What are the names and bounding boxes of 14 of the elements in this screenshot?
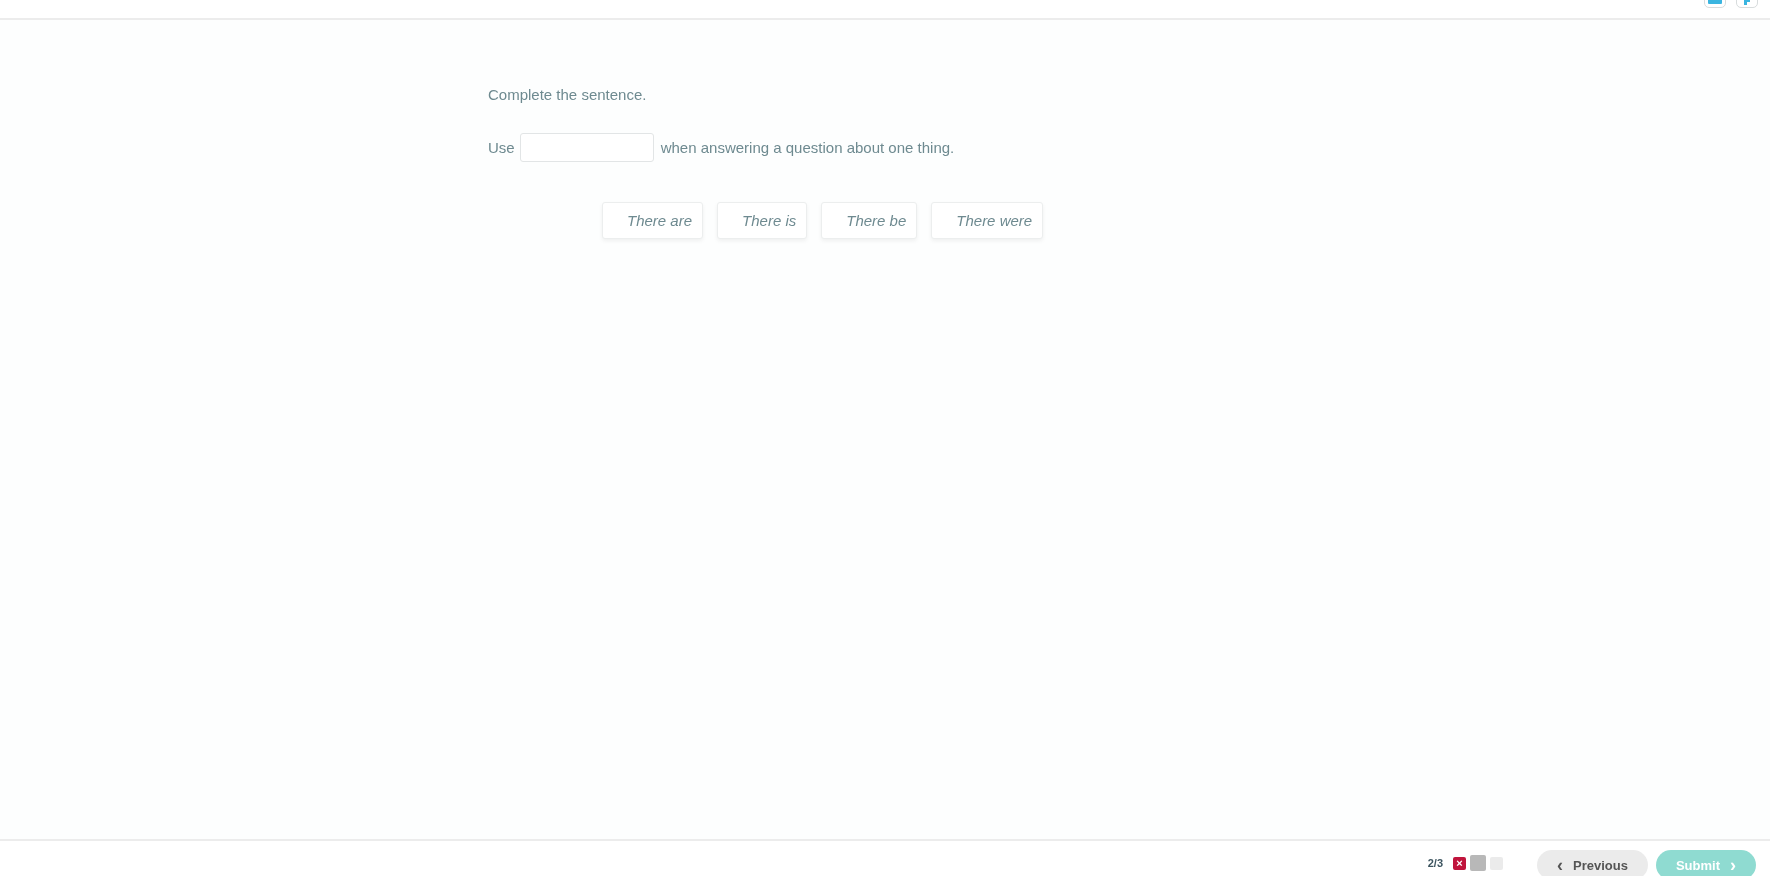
list-icon [1708, 0, 1722, 5]
sentence-text: when answering a question about one thing. [660, 139, 955, 156]
progress-step[interactable] [1470, 855, 1486, 871]
progress-count: 2/3 [1427, 857, 1443, 869]
answer-option[interactable]: There be [821, 202, 918, 239]
answer-option[interactable]: There were [931, 202, 1044, 239]
answer-option[interactable]: There are [602, 202, 704, 239]
sentence-text: Use [488, 139, 515, 156]
previous-button[interactable]: ‹ Previous [1537, 850, 1648, 876]
progress-step[interactable]: × [1453, 856, 1466, 870]
flag-icon [1744, 0, 1750, 5]
instruction-text: Complete the sentence. [488, 86, 648, 103]
answer-box[interactable] [519, 133, 654, 162]
answer-option[interactable]: There is [717, 202, 808, 239]
